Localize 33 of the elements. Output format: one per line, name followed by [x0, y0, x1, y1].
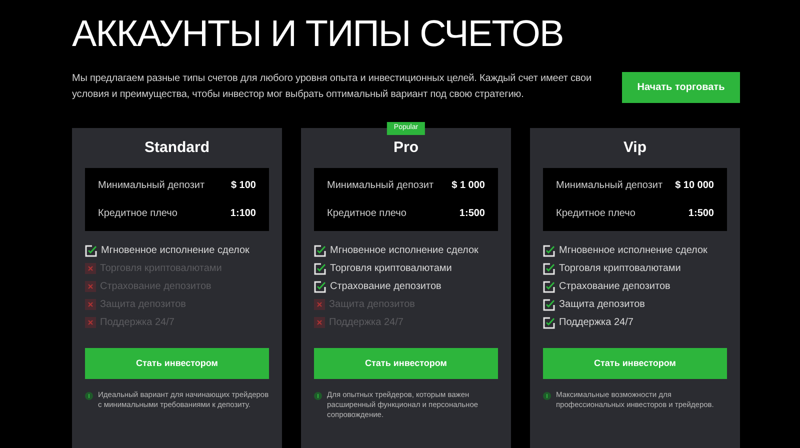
deposit-value: $ 1 000	[452, 179, 485, 193]
deposit-label: Минимальный депозит	[556, 179, 663, 193]
plan-name: Pro	[392, 138, 420, 158]
info-icon	[314, 392, 322, 400]
feature-label: Страхование депозитов	[330, 280, 442, 294]
leverage-value: 1:100	[230, 207, 256, 221]
info-icon	[85, 392, 93, 400]
feature-label: Страхование депозитов	[559, 280, 670, 294]
leverage-label: Кредитное плечо	[327, 207, 406, 221]
feature-label: Мгновенное исполнение сделок	[101, 244, 250, 258]
become-investor-button[interactable]: Стать инвестором	[543, 348, 727, 379]
deposit-value: $ 100	[230, 179, 256, 193]
deposit-value: $ 10 000	[675, 179, 714, 193]
feature-label: Торговля криптовалютами	[559, 262, 681, 276]
feature-label: Торговля криптовалютами	[330, 262, 452, 276]
feature-label: Защита депозитов	[559, 298, 645, 312]
info-icon	[543, 392, 551, 400]
plan-name: Vip	[622, 138, 648, 158]
page-title: АККАУНТЫ И ТИПЫ СЧЕТОВ	[72, 12, 564, 56]
intro-text: Мы предлагаем разные типы счетов для любого уровня опыта и инвестиционных целей. Каждый счет имеет свои условия и преимущества, чтобы инвестор мог выбрать оптимальный вариант под свою стратегию.	[72, 72, 592, 102]
leverage-value: 1:500	[459, 207, 485, 221]
deposit-label: Минимальный депозит	[327, 179, 434, 193]
leverage-label: Кредитное плечо	[98, 207, 178, 221]
become-investor-button[interactable]: Стать инвестором	[85, 348, 269, 379]
leverage-label: Кредитное плечо	[556, 207, 636, 221]
feature-label: Мгновенное исполнение сделок	[559, 244, 708, 258]
start-trading-button[interactable]: Начать торговать	[622, 72, 740, 102]
leverage-value: 1:500	[688, 207, 714, 221]
feature-label: Мгновенное исполнение сделок	[330, 244, 478, 258]
become-investor-button[interactable]: Стать инвестором	[314, 348, 498, 379]
feature-label: Поддержка 24/7	[559, 316, 634, 330]
plan-name: Standard	[143, 138, 210, 158]
deposit-label: Минимальный депозит	[98, 179, 205, 193]
